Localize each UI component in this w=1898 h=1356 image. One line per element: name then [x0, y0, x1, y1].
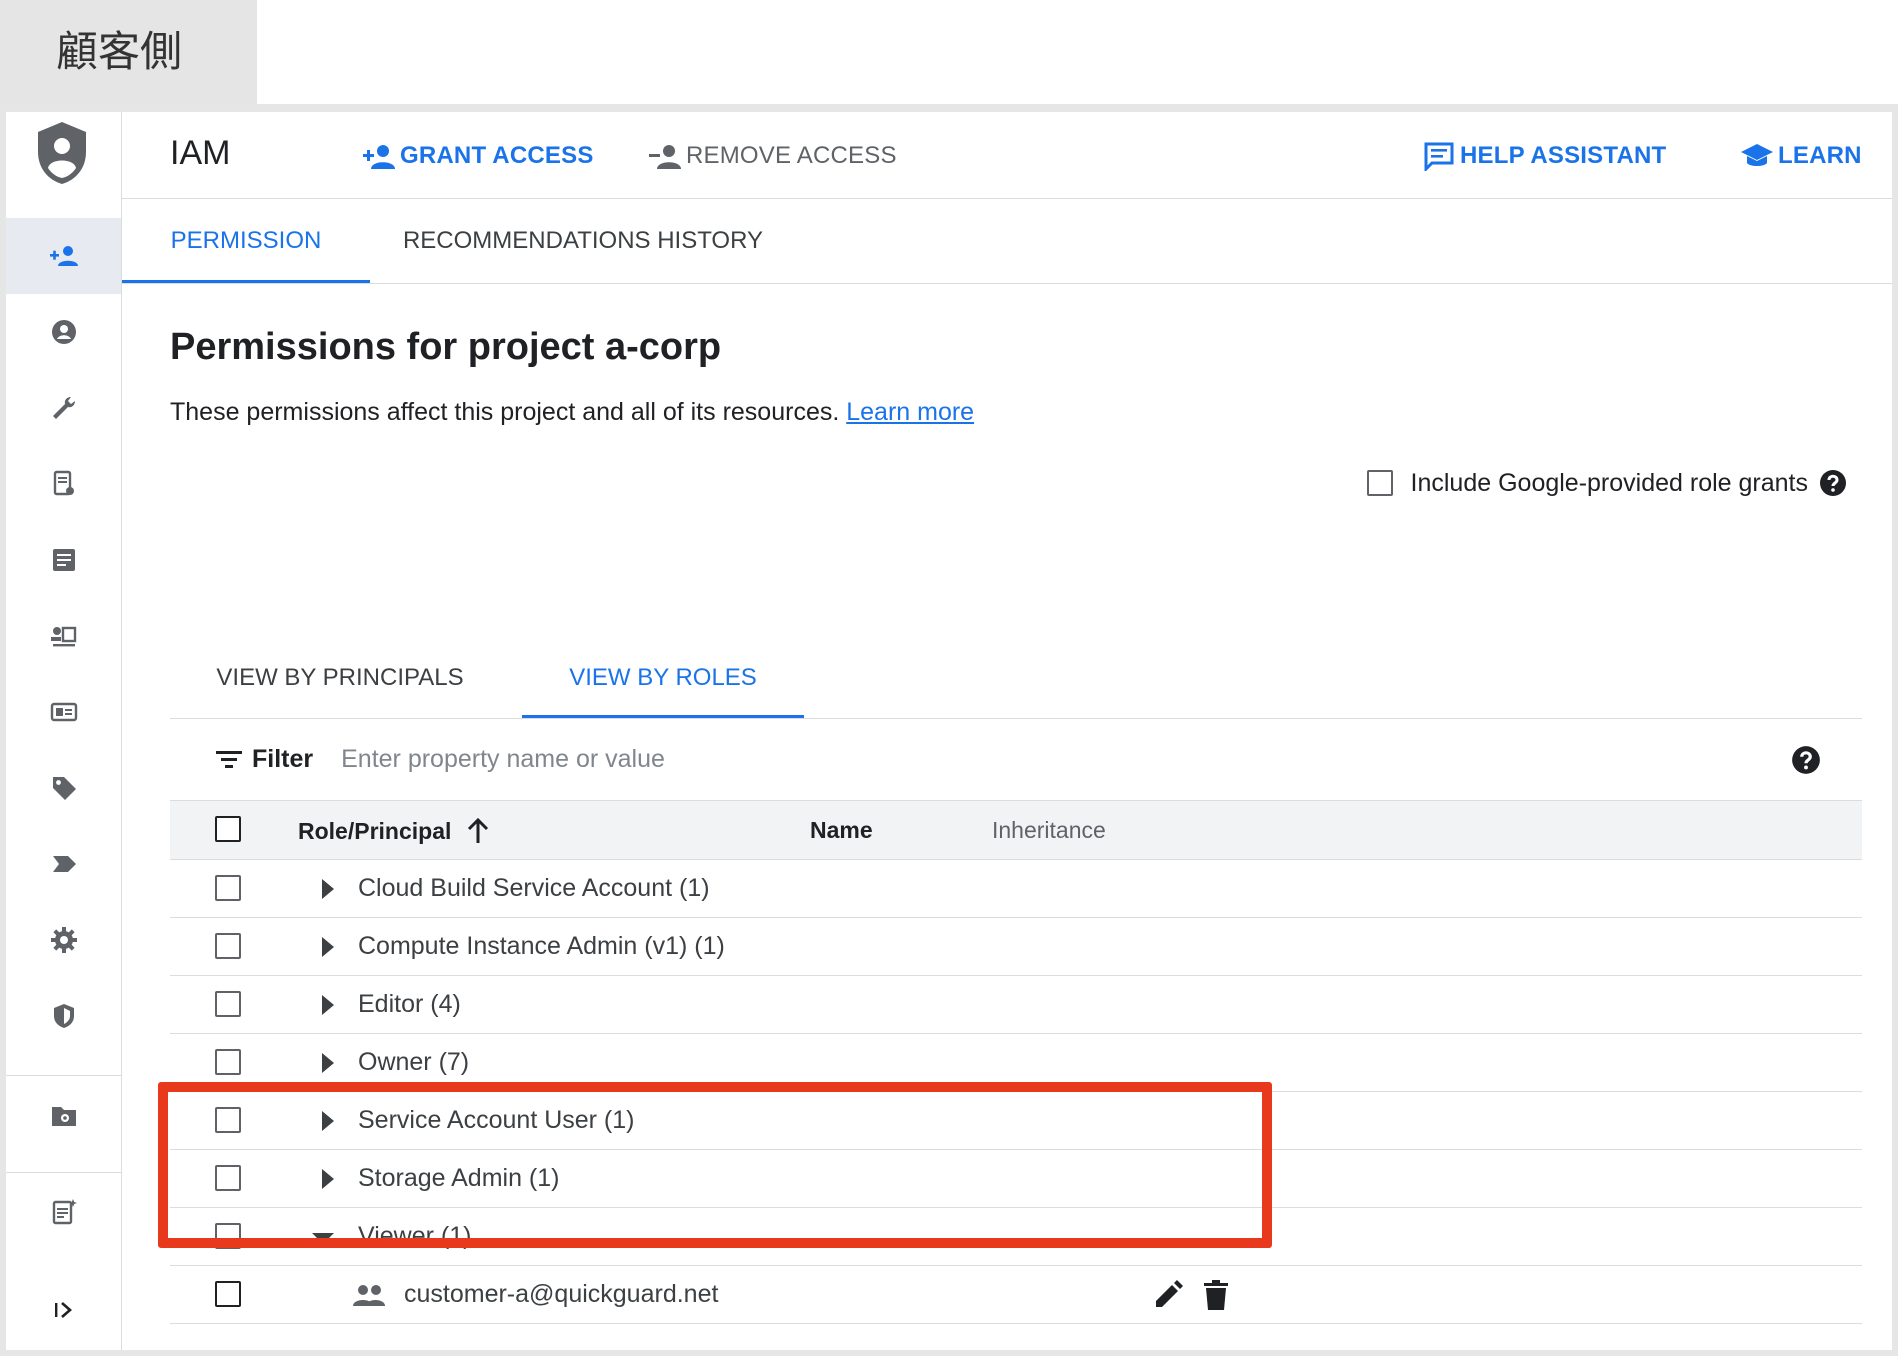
nav-tags[interactable]	[6, 750, 121, 826]
filter-bar: Filter	[170, 718, 1862, 800]
row-checkbox[interactable]	[215, 1049, 241, 1075]
top-action-bar: IAM GRANT ACCESS REMOVE ACCESS HELP ASSI…	[122, 112, 1892, 199]
page-description: These permissions affect this project an…	[170, 398, 974, 427]
gear-icon	[50, 927, 77, 953]
grant-access-button[interactable]: GRANT ACCESS	[362, 136, 594, 176]
nav-troubleshooter[interactable]	[6, 370, 121, 446]
column-inheritance: Inheritance	[992, 817, 1106, 843]
delete-trash-icon[interactable]	[1202, 1279, 1230, 1311]
row-checkbox[interactable]	[215, 933, 241, 959]
iam-shield-logo-icon	[38, 122, 86, 184]
group-icon	[353, 1285, 385, 1306]
row-checkbox[interactable]	[215, 1281, 241, 1307]
expand-rail-icon	[54, 1302, 72, 1318]
caption-tab: 顧客側	[0, 0, 257, 104]
nav-iam-icon[interactable]	[6, 218, 121, 294]
nav-labels[interactable]	[6, 826, 121, 902]
grant-access-label: GRANT ACCESS	[400, 142, 594, 169]
table-row: Compute Instance Admin (v1) (1)	[170, 918, 1862, 976]
article-icon	[52, 549, 75, 571]
tab-view-by-roles[interactable]: VIEW BY ROLES	[522, 638, 804, 718]
nav-manage-resources[interactable]	[6, 1078, 121, 1154]
nav-settings[interactable]	[6, 902, 121, 978]
expand-arrow-right-icon[interactable]	[318, 1051, 338, 1075]
role-label: Editor (4)	[358, 990, 461, 1018]
learn-button[interactable]: LEARN	[1740, 136, 1862, 176]
help-assistant-button[interactable]: HELP ASSISTANT	[1422, 136, 1666, 176]
page-title: Permissions for project a-corp	[170, 326, 722, 368]
help-icon[interactable]	[1790, 744, 1822, 776]
folder-gear-icon	[51, 1107, 76, 1126]
table-header: Role/Principal Name Inheritance	[170, 800, 1862, 860]
label-icon	[52, 856, 76, 872]
person-remove-icon	[649, 145, 681, 169]
nav-service-accounts[interactable]	[6, 598, 121, 674]
left-nav-rail	[6, 112, 122, 1350]
school-icon	[1741, 144, 1773, 166]
rail-divider	[6, 1075, 121, 1076]
row-checkbox[interactable]	[215, 875, 241, 901]
wrench-icon	[52, 397, 75, 419]
select-all-checkbox[interactable]	[215, 816, 241, 842]
id-card-icon	[50, 702, 77, 722]
tab-recommendations-history[interactable]: RECOMMENDATIONS HISTORY	[398, 199, 768, 283]
filter-list-icon	[216, 751, 242, 768]
row-checkbox[interactable]	[215, 991, 241, 1017]
role-label: Owner (7)	[358, 1048, 470, 1076]
expand-arrow-right-icon[interactable]	[318, 993, 338, 1017]
member-row: customer-a@quickguard.net	[170, 1266, 1862, 1324]
highlight-annotation	[158, 1082, 1272, 1248]
nav-policy-analyzer[interactable]	[6, 446, 121, 522]
nav-identity[interactable]	[6, 294, 121, 370]
nav-release-notes[interactable]	[6, 1174, 121, 1250]
member-email: customer-a@quickguard.net	[404, 1280, 719, 1308]
column-role-principal[interactable]: Role/Principal	[298, 817, 491, 845]
top-tabs: PERMISSION RECOMMENDATIONS HISTORY	[122, 199, 1892, 284]
app-title: IAM	[170, 134, 231, 172]
expand-arrow-right-icon[interactable]	[318, 877, 338, 901]
remove-access-label: REMOVE ACCESS	[686, 142, 897, 169]
nav-org-policies[interactable]	[6, 522, 121, 598]
table-row: Cloud Build Service Account (1)	[170, 860, 1862, 918]
filter-label: Filter	[252, 744, 314, 773]
policy-doc-icon	[53, 470, 74, 496]
help-assistant-label: HELP ASSISTANT	[1460, 142, 1667, 169]
include-google-grants-label: Include Google-provided role grants	[1410, 468, 1808, 497]
include-google-grants-checkbox[interactable]	[1366, 470, 1393, 496]
column-role-principal-label: Role/Principal	[298, 817, 452, 844]
filter-input[interactable]	[339, 743, 1244, 775]
service-account-icon	[50, 626, 76, 647]
chat-help-icon	[1424, 142, 1454, 171]
help-icon[interactable]	[1818, 468, 1848, 498]
learn-label: LEARN	[1778, 142, 1862, 169]
edit-pencil-icon[interactable]	[1152, 1279, 1184, 1311]
expand-arrow-right-icon[interactable]	[318, 935, 338, 959]
tab-view-by-principals[interactable]: VIEW BY PRINCIPALS	[170, 638, 510, 718]
role-label: Compute Instance Admin (v1) (1)	[358, 932, 725, 960]
person-add-icon	[49, 246, 78, 266]
arrow-upward-icon	[468, 817, 489, 843]
rail-divider	[6, 1172, 121, 1173]
release-notes-icon	[52, 1199, 77, 1225]
learn-more-link[interactable]: Learn more	[846, 398, 974, 426]
column-name[interactable]: Name	[810, 817, 873, 844]
nav-privacy-security[interactable]	[6, 978, 121, 1054]
nav-expand[interactable]	[6, 1272, 121, 1348]
view-tabs: VIEW BY PRINCIPALS VIEW BY ROLES	[170, 638, 1862, 719]
page-description-text: These permissions affect this project an…	[170, 398, 847, 426]
security-shield-icon	[53, 1004, 74, 1028]
include-google-grants: Include Google-provided role grants	[1366, 468, 1848, 498]
role-label: Cloud Build Service Account (1)	[358, 874, 710, 902]
remove-access-button[interactable]: REMOVE ACCESS	[648, 136, 897, 176]
person-add-icon	[363, 145, 395, 169]
table-row: Editor (4)	[170, 976, 1862, 1034]
account-circle-icon	[51, 320, 76, 344]
tab-permission[interactable]: PERMISSION	[122, 199, 370, 283]
nav-workload-identity[interactable]	[6, 674, 121, 750]
tag-icon	[52, 777, 76, 800]
